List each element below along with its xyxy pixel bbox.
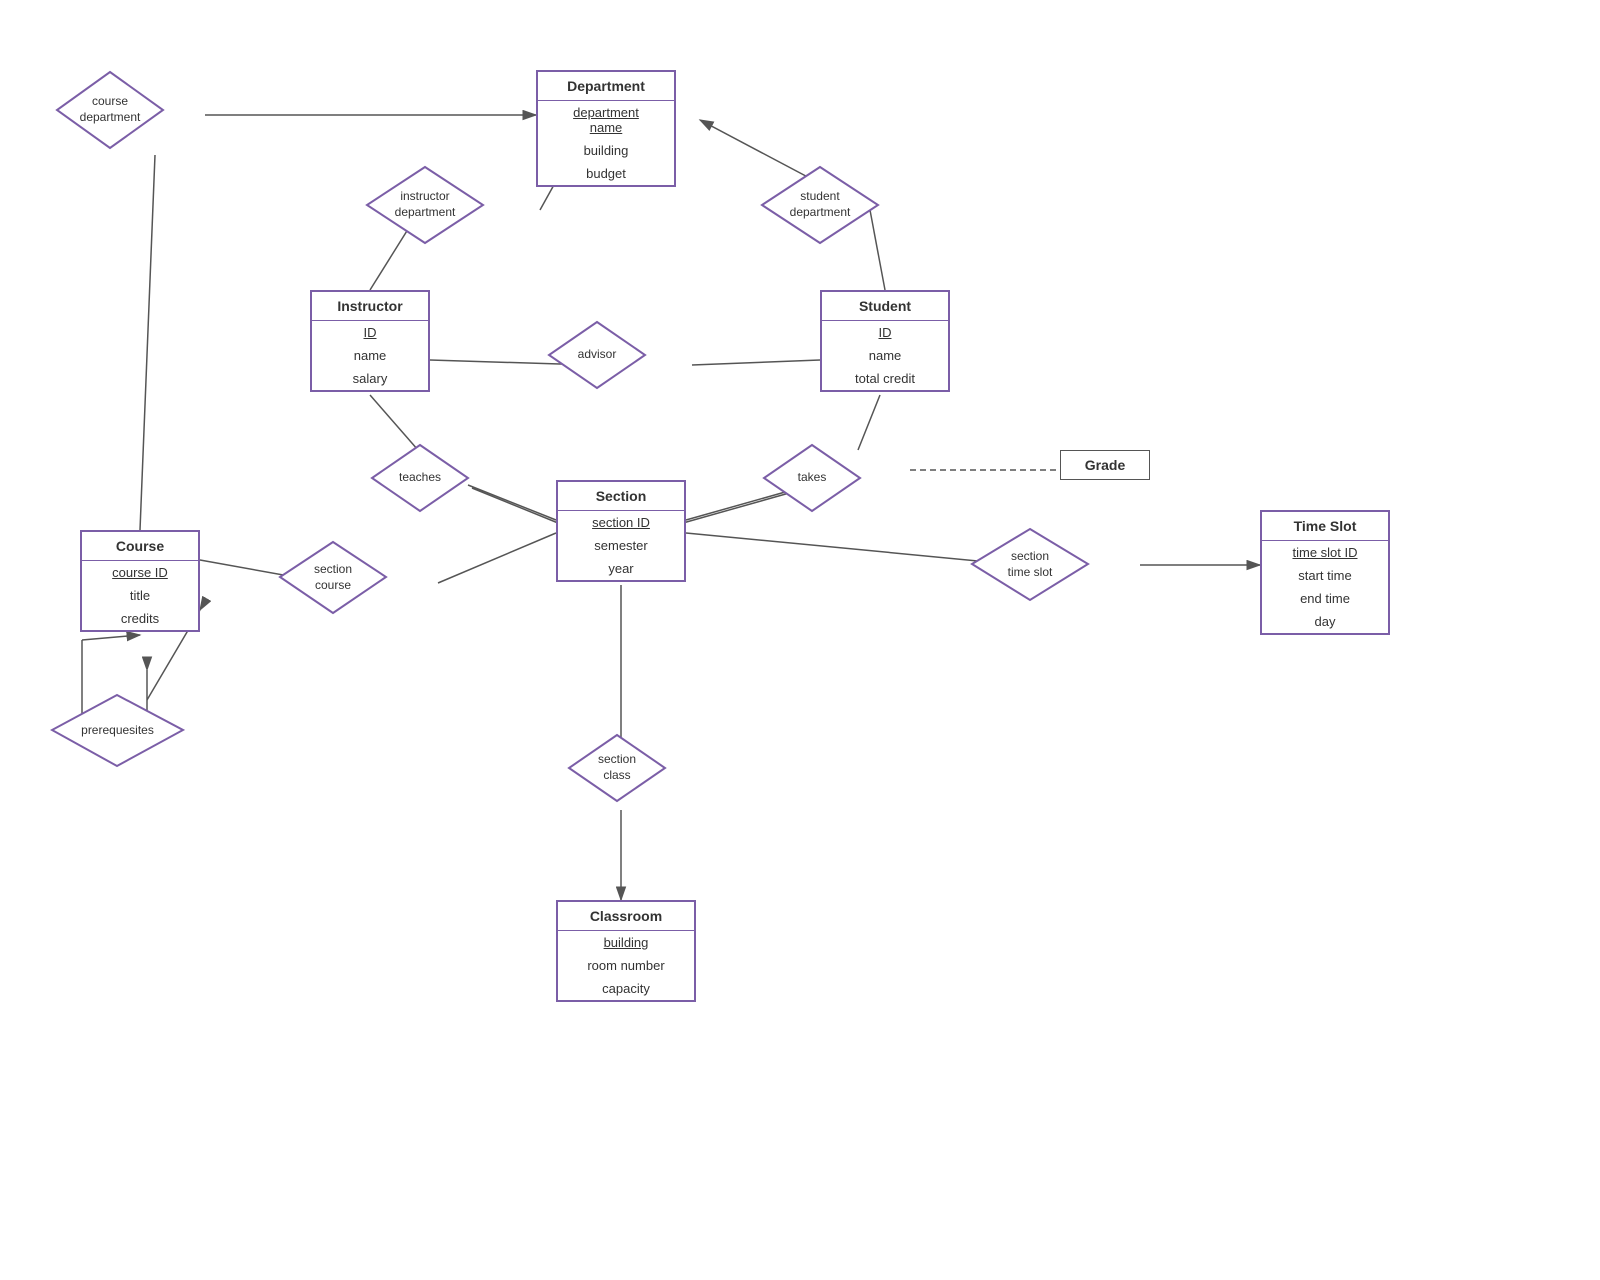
diamond-advisor: advisor xyxy=(547,320,647,390)
instructor-attr-id: ID xyxy=(312,321,428,344)
section-attr-semester: semester xyxy=(558,534,684,557)
entity-instructor: Instructor ID name salary xyxy=(310,290,430,392)
department-attr-building: building xyxy=(538,139,674,162)
diamond-prerequesites: prerequesites xyxy=(50,693,185,768)
timeslot-attr-id: time slot ID xyxy=(1262,541,1388,564)
section-title: Section xyxy=(558,482,684,510)
diamond-course-dept-label: course department xyxy=(80,94,141,125)
classroom-attr-building: building xyxy=(558,931,694,954)
diamond-section-class: section class xyxy=(567,733,667,803)
diamond-section-class-label: section class xyxy=(598,752,636,783)
instructor-attr-name: name xyxy=(312,344,428,367)
entity-department: Department departmentname building budge… xyxy=(536,70,676,187)
er-diagram: Department departmentname building budge… xyxy=(0,0,1600,1280)
diamond-advisor-label: advisor xyxy=(578,347,617,363)
diamond-student-dept-label: student department xyxy=(790,189,851,220)
student-title: Student xyxy=(822,292,948,320)
course-title: Course xyxy=(82,532,198,560)
entity-section: Section section ID semester year xyxy=(556,480,686,582)
timeslot-attr-day: day xyxy=(1262,610,1388,633)
instructor-title: Instructor xyxy=(312,292,428,320)
entity-course: Course course ID title credits xyxy=(80,530,200,632)
instructor-attr-salary: salary xyxy=(312,367,428,390)
diamond-section-timeslot-label: section time slot xyxy=(1008,549,1053,580)
diamond-section-course-label: section course xyxy=(314,562,352,593)
entity-timeslot: Time Slot time slot ID start time end ti… xyxy=(1260,510,1390,635)
diamond-teaches: teaches xyxy=(370,443,470,513)
diamond-instructor-dept-label: instructor department xyxy=(395,189,456,220)
department-title: Department xyxy=(538,72,674,100)
diamond-takes: takes xyxy=(762,443,862,513)
entity-grade: Grade xyxy=(1060,450,1150,480)
course-attr-title: title xyxy=(82,584,198,607)
course-attr-id: course ID xyxy=(82,561,198,584)
diamond-teaches-label: teaches xyxy=(399,470,441,486)
entity-classroom: Classroom building room number capacity xyxy=(556,900,696,1002)
student-attr-name: name xyxy=(822,344,948,367)
grade-title: Grade xyxy=(1061,451,1149,479)
timeslot-attr-start: start time xyxy=(1262,564,1388,587)
timeslot-title: Time Slot xyxy=(1262,512,1388,540)
student-attr-totalcredit: total credit xyxy=(822,367,948,390)
department-attr-budget: budget xyxy=(538,162,674,185)
diamond-prerequesites-label: prerequesites xyxy=(81,723,154,739)
department-attr-name: departmentname xyxy=(538,101,674,139)
student-attr-id: ID xyxy=(822,321,948,344)
classroom-title: Classroom xyxy=(558,902,694,930)
timeslot-attr-end: end time xyxy=(1262,587,1388,610)
entity-student: Student ID name total credit xyxy=(820,290,950,392)
diamond-instructor-dept: instructor department xyxy=(365,165,485,245)
section-attr-id: section ID xyxy=(558,511,684,534)
diamond-student-dept: student department xyxy=(760,165,880,245)
classroom-attr-capacity: capacity xyxy=(558,977,694,1000)
section-attr-year: year xyxy=(558,557,684,580)
diamond-takes-label: takes xyxy=(798,470,827,486)
diamond-course-dept: course department xyxy=(55,70,165,150)
classroom-attr-room: room number xyxy=(558,954,694,977)
diamond-section-timeslot: section time slot xyxy=(970,527,1090,602)
course-attr-credits: credits xyxy=(82,607,198,630)
diamond-section-course: section course xyxy=(278,540,388,615)
